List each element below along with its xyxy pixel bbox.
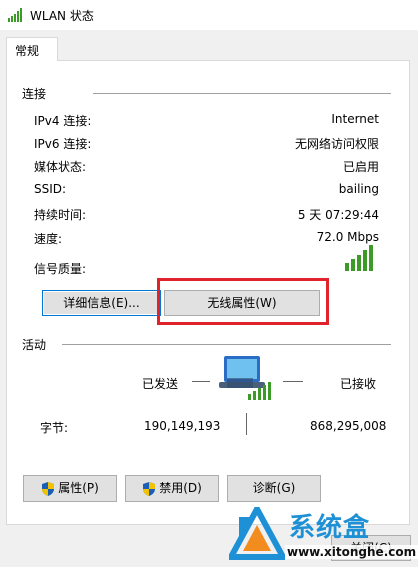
- signal-strength-icon: [345, 245, 373, 274]
- ipv6-label: IPv6 连接:: [34, 137, 92, 151]
- duration-label: 持续时间:: [34, 208, 87, 222]
- bytes-separator: [246, 413, 247, 435]
- uac-shield-icon: [142, 481, 156, 496]
- window-body: 常规 连接 IPv4 连接: Internet IPv6 连接: 无网络访问权限…: [0, 30, 418, 567]
- watermark-logo-icon: [225, 502, 289, 566]
- properties-button[interactable]: 属性(P): [23, 475, 117, 502]
- activity-group-divider: [62, 344, 391, 345]
- media-state-value: 已启用: [342, 160, 379, 174]
- title-bar: WLAN 状态: [0, 0, 418, 30]
- disable-button-label: 禁用(D): [159, 481, 202, 495]
- diagnose-button[interactable]: 诊断(G): [227, 475, 321, 502]
- tab-general-label: 常规: [15, 44, 40, 58]
- received-label: 已接收: [340, 377, 377, 391]
- watermark: 系统盒 www.xitonghe.com: [225, 502, 418, 567]
- bytes-sent-value: 190,149,193: [144, 419, 221, 433]
- ipv4-label: IPv4 连接:: [34, 114, 92, 128]
- ipv4-value: Internet: [331, 112, 379, 126]
- connection-group-title: 连接: [22, 87, 47, 101]
- received-connector-line: [283, 381, 303, 382]
- duration-value: 5 天 07:29:44: [297, 208, 379, 222]
- properties-button-label: 属性(P): [58, 481, 99, 495]
- watermark-url: www.xitonghe.com: [285, 545, 418, 559]
- disable-button[interactable]: 禁用(D): [125, 475, 219, 502]
- speed-value: 72.0 Mbps: [316, 230, 379, 244]
- ssid-value: bailing: [338, 182, 379, 196]
- signal-quality-label: 信号质量:: [34, 262, 87, 276]
- speed-label: 速度:: [34, 232, 63, 246]
- tab-general[interactable]: 常规: [6, 37, 58, 61]
- watermark-brand: 系统盒: [289, 513, 371, 543]
- ipv6-value: 无网络访问权限: [294, 137, 379, 151]
- ssid-label: SSID:: [34, 182, 67, 196]
- window-title: WLAN 状态: [30, 9, 94, 23]
- bytes-label: 字节:: [40, 421, 69, 435]
- wifi-signal-icon: [8, 8, 24, 22]
- network-computer-icon: [218, 354, 272, 405]
- details-button[interactable]: 详细信息(E)...: [42, 290, 161, 316]
- sent-label: 已发送: [142, 377, 179, 391]
- connection-group-divider: [93, 93, 391, 94]
- sent-connector-line: [192, 381, 210, 382]
- highlight-annotation: [157, 278, 329, 325]
- activity-group-title: 活动: [22, 338, 47, 352]
- uac-shield-icon: [41, 481, 55, 496]
- bytes-received-value: 868,295,008: [310, 419, 387, 433]
- media-state-label: 媒体状态:: [34, 160, 87, 174]
